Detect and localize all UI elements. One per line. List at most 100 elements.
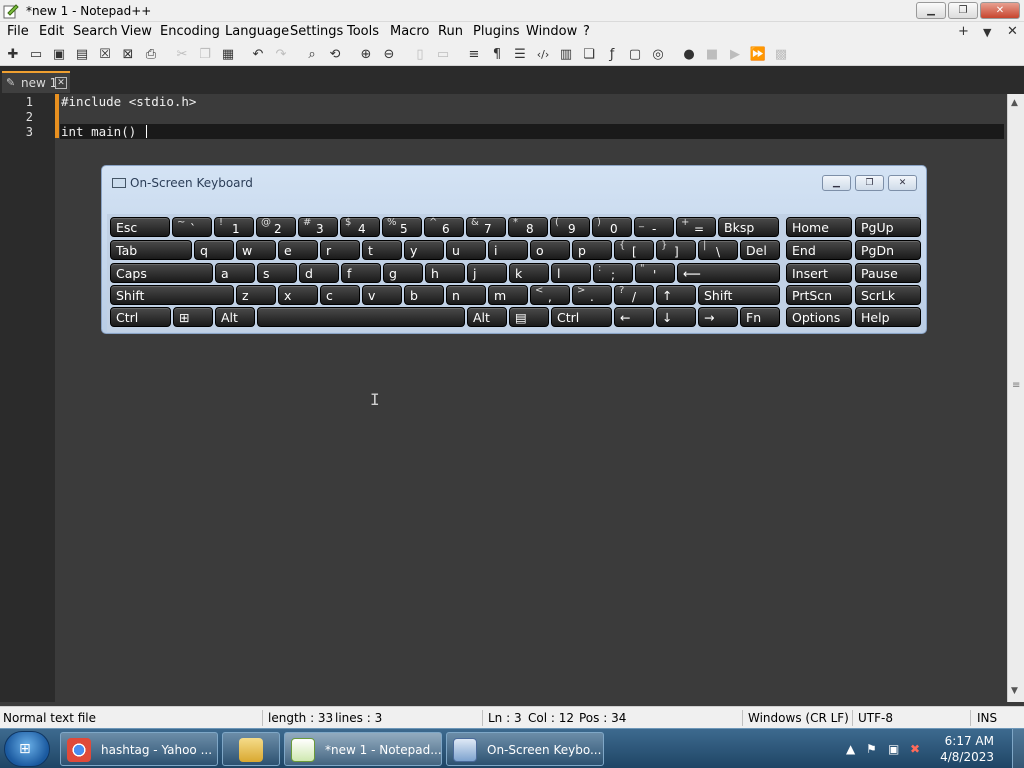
osk-key[interactable]: s [257, 263, 297, 283]
menu-macro[interactable]: Macro [390, 24, 429, 39]
osk-key[interactable]: m [488, 285, 528, 305]
word-wrap-icon[interactable]: ≡ [465, 45, 483, 63]
osk-key[interactable]: Ctrl [551, 307, 612, 327]
tab-close-icon[interactable]: ✕ [55, 77, 67, 89]
maximize-button[interactable]: ❐ [948, 2, 978, 19]
menu-encoding[interactable]: Encoding [160, 24, 220, 39]
tab-new-1[interactable]: ✎ new 1 ✕ [2, 71, 70, 93]
osk-key[interactable]: q [194, 240, 234, 260]
osk-key[interactable]: k [509, 263, 549, 283]
osk-key[interactable] [257, 307, 465, 327]
copy-icon[interactable]: ❐ [196, 45, 214, 63]
code-line-1[interactable]: #include <stdio.h> [60, 94, 1004, 109]
menu-plugins[interactable]: Plugins [473, 24, 520, 39]
osk-key[interactable]: Fn [740, 307, 780, 327]
menu-view[interactable]: View [121, 24, 152, 39]
osk-key[interactable]: ← [614, 307, 654, 327]
xml-tag-icon[interactable]: ‹/› [534, 45, 552, 63]
find-icon[interactable]: ⌕ [303, 45, 321, 63]
redo-icon[interactable]: ↷ [272, 45, 290, 63]
scroll-down-icon[interactable]: ▼ [1011, 686, 1018, 696]
osk-key[interactable]: Esc [110, 217, 170, 237]
osk-key[interactable]: g [383, 263, 423, 283]
sync-vertical-icon[interactable]: ▯ [411, 45, 429, 63]
vertical-scrollbar[interactable]: ▲ ≡ ▼ [1007, 94, 1024, 702]
scroll-up-icon[interactable]: ▲ [1011, 98, 1018, 108]
osk-key[interactable]: :; [593, 263, 633, 283]
osk-key[interactable]: Alt [215, 307, 255, 327]
osk-key[interactable]: ^ 6 [424, 217, 464, 237]
taskbar-explorer[interactable] [222, 732, 280, 766]
osk-key[interactable]: + = [676, 217, 716, 237]
menu-settings[interactable]: Settings [290, 24, 343, 39]
osk-key[interactable]: r [320, 240, 360, 260]
osk-nav-key[interactable]: Options [786, 307, 852, 327]
osk-key[interactable]: j [467, 263, 507, 283]
osk-key[interactable]: i [488, 240, 528, 260]
network-icon[interactable]: ▣ [888, 742, 899, 756]
osk-key[interactable]: o [530, 240, 570, 260]
taskbar-notepad[interactable]: *new 1 - Notepad... [284, 732, 442, 766]
sync-horizontal-icon[interactable]: ▭ [434, 45, 452, 63]
record-macro-icon[interactable]: ● [680, 45, 698, 63]
osk-key[interactable]: c [320, 285, 360, 305]
menu-search[interactable]: Search [73, 24, 118, 39]
osk-key[interactable]: Shift [698, 285, 780, 305]
new-tab-plus-icon[interactable]: + [958, 24, 969, 39]
osk-key[interactable]: Bksp [718, 217, 779, 237]
osk-minimize-button[interactable]: ▁ [822, 175, 851, 191]
clock-date[interactable]: 4/8/2023 [940, 750, 994, 764]
function-list-icon[interactable]: ƒ [603, 45, 621, 63]
osk-nav-key[interactable]: End [786, 240, 852, 260]
osk-key[interactable]: ! 1 [214, 217, 254, 237]
osk-key[interactable]: & 7 [466, 217, 506, 237]
osk-key[interactable]: ▤ [509, 307, 549, 327]
action-center-flag-icon[interactable]: ⚑ [866, 742, 877, 756]
osk-nav-key[interactable]: Help [855, 307, 921, 327]
osk-key[interactable]: ↑ [656, 285, 696, 305]
osk-nav-key[interactable]: Home [786, 217, 852, 237]
osk-key[interactable]: ~ ` [172, 217, 212, 237]
zoom-in-icon[interactable]: ⊕ [357, 45, 375, 63]
menu-help[interactable]: ? [583, 24, 590, 39]
osk-nav-key[interactable]: PgUp [855, 217, 921, 237]
osk-key[interactable]: (9 [550, 217, 590, 237]
run-macro-multiple-icon[interactable]: ⏩ [749, 45, 767, 63]
osk-key[interactable]: ) 0 [592, 217, 632, 237]
zoom-out-icon[interactable]: ⊖ [380, 45, 398, 63]
volume-muted-icon[interactable]: ✖ [910, 742, 920, 756]
cut-icon[interactable]: ✂ [173, 45, 191, 63]
osk-key[interactable]: @2 [256, 217, 296, 237]
osk-key[interactable]: a [215, 263, 255, 283]
osk-key[interactable]: e [278, 240, 318, 260]
osk-key[interactable]: v [362, 285, 402, 305]
taskbar-osk[interactable]: On-Screen Keybo... [446, 732, 604, 766]
osk-key[interactable]: Alt [467, 307, 507, 327]
menu-tools[interactable]: Tools [347, 24, 379, 39]
osk-key[interactable]: p [572, 240, 612, 260]
osk-key[interactable]: y [404, 240, 444, 260]
osk-key[interactable]: Shift [110, 285, 234, 305]
minimize-button[interactable]: ▁ [916, 2, 946, 19]
menu-language[interactable]: Language [225, 24, 289, 39]
osk-key[interactable]: z [236, 285, 276, 305]
osk-nav-key[interactable]: ScrLk [855, 285, 921, 305]
save-all-icon[interactable]: ▤ [73, 45, 91, 63]
osk-maximize-button[interactable]: ❐ [855, 175, 884, 191]
osk-key[interactable]: Tab [110, 240, 192, 260]
osk-key[interactable]: >. [572, 285, 612, 305]
document-map-icon[interactable]: ▥ [557, 45, 575, 63]
osk-key[interactable]: $4 [340, 217, 380, 237]
osk-key[interactable]: b [404, 285, 444, 305]
osk-nav-key[interactable]: Insert [786, 263, 852, 283]
osk-key[interactable]: _ - [634, 217, 674, 237]
osk-key[interactable]: }] [656, 240, 696, 260]
osk-key[interactable]: % 5 [382, 217, 422, 237]
osk-key[interactable]: u [446, 240, 486, 260]
osk-key[interactable]: ↓ [656, 307, 696, 327]
new-file-icon[interactable]: ✚ [4, 45, 22, 63]
taskbar-chrome[interactable]: hashtag - Yahoo ... [60, 732, 218, 766]
osk-close-button[interactable]: ✕ [888, 175, 917, 191]
start-button[interactable]: ⊞ [4, 731, 50, 767]
show-desktop-button[interactable] [1012, 729, 1024, 768]
